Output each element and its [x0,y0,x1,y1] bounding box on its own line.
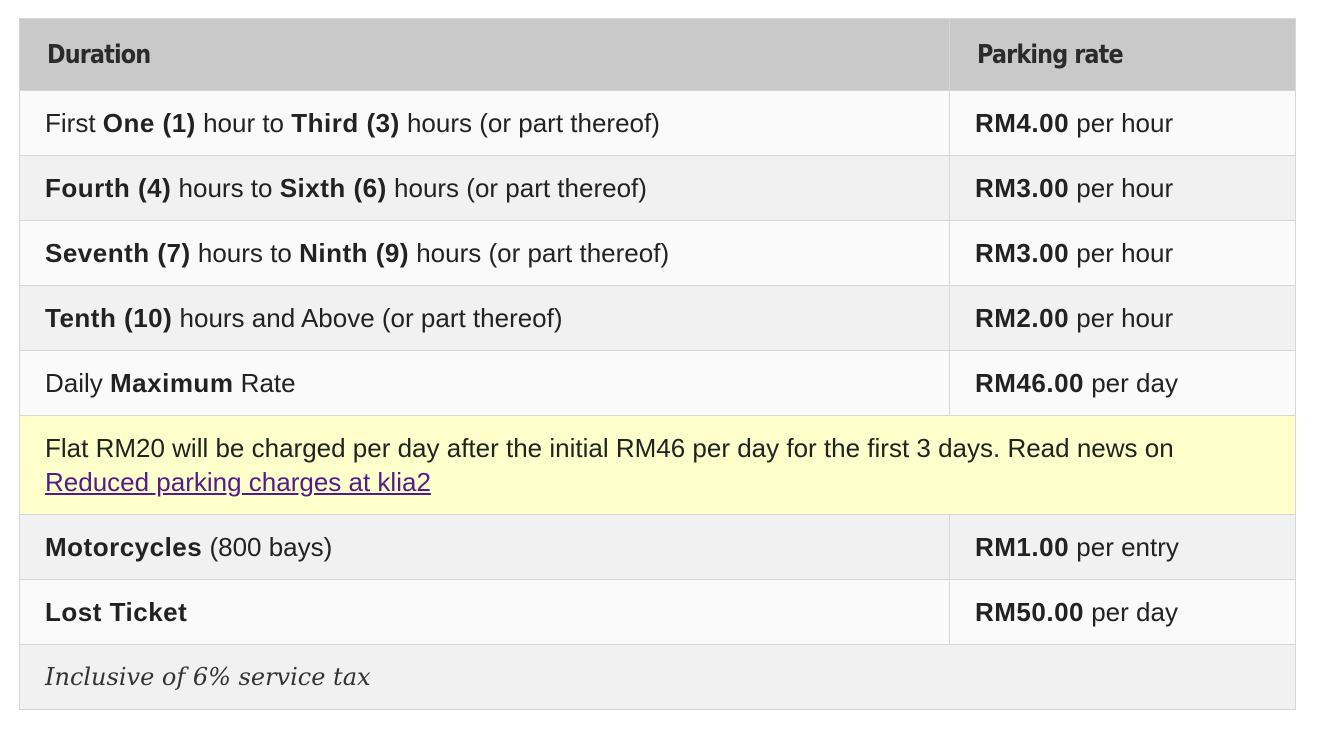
rate-cell: RM46.00 per day [949,350,1296,416]
duration-cell: Motorcycles (800 bays) [19,514,950,580]
table-row: Tenth (10) hours and Above (or part ther… [19,285,1296,351]
duration-cell: Seventh (7) hours to Ninth (9) hours (or… [19,220,950,286]
rate-cell: RM4.00 per hour [949,90,1296,156]
note-cell: Flat RM20 will be charged per day after … [19,415,1296,515]
parking-rate-table: Duration Parking rate First One (1) hour… [19,18,1296,710]
rate-cell: RM2.00 per hour [949,285,1296,351]
duration-cell: Fourth (4) hours to Sixth (6) hours (or … [19,155,950,221]
duration-cell: Lost Ticket [19,579,950,645]
note-row: Flat RM20 will be charged per day after … [19,415,1296,515]
table-header-row: Duration Parking rate [19,18,1296,91]
duration-cell: Daily Maximum Rate [19,350,950,416]
duration-cell: First One (1) hour to Third (3) hours (o… [19,90,950,156]
parking-rate-table-container: Duration Parking rate First One (1) hour… [19,18,1296,710]
table-row: Lost Ticket RM50.00 per day [19,579,1296,645]
table-row: Daily Maximum Rate RM46.00 per day [19,350,1296,416]
rate-cell: RM1.00 per entry [949,514,1296,580]
table-row: First One (1) hour to Third (3) hours (o… [19,90,1296,156]
reduced-parking-charges-link[interactable]: Reduced parking charges at klia2 [45,467,431,497]
note-text: Flat RM20 will be charged per day after … [45,433,1174,463]
header-parking-rate: Parking rate [949,18,1296,91]
rate-cell: RM50.00 per day [949,579,1296,645]
rate-cell: RM3.00 per hour [949,220,1296,286]
tax-note: Inclusive of 6% service tax [19,644,1296,710]
duration-cell: Tenth (10) hours and Above (or part ther… [19,285,950,351]
table-row: Seventh (7) hours to Ninth (9) hours (or… [19,220,1296,286]
table-row: Motorcycles (800 bays) RM1.00 per entry [19,514,1296,580]
rate-cell: RM3.00 per hour [949,155,1296,221]
header-duration: Duration [19,18,950,91]
tax-note-row: Inclusive of 6% service tax [19,644,1296,710]
table-row: Fourth (4) hours to Sixth (6) hours (or … [19,155,1296,221]
